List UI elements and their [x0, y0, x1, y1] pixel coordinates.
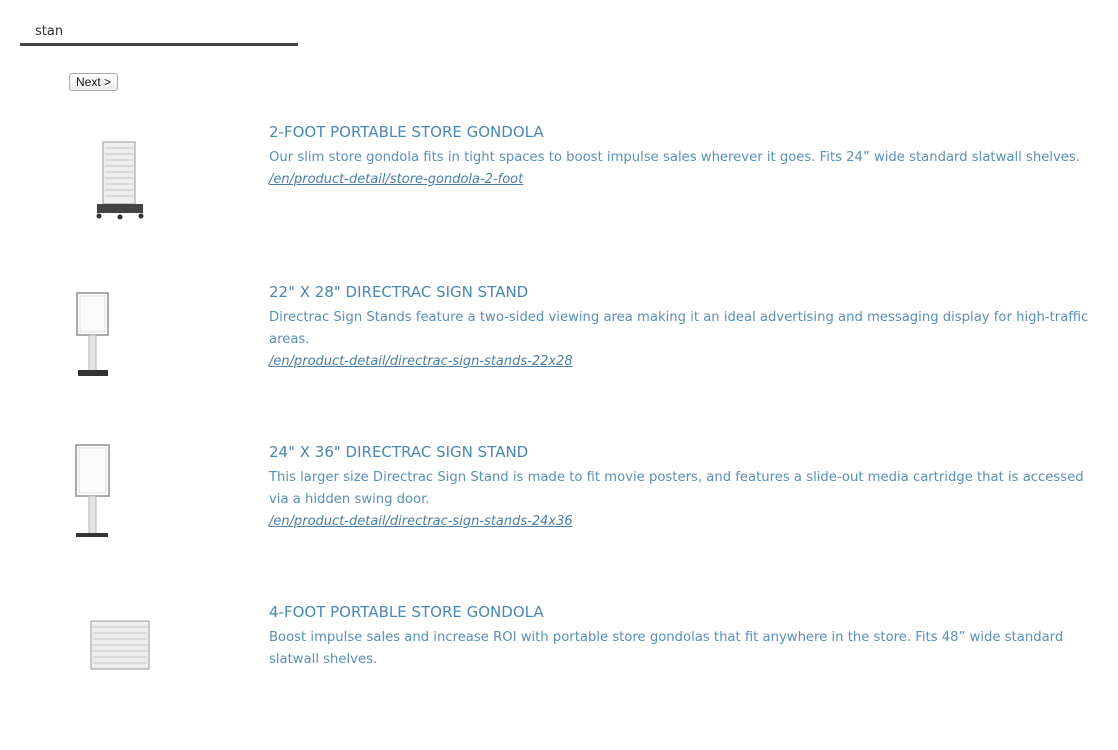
- search-result: 22" X 28" DIRECTRAC SIGN STAND Directrac…: [0, 280, 1118, 430]
- result-title-link[interactable]: 22" X 28" DIRECTRAC SIGN STAND: [269, 282, 1104, 302]
- sign-stand-icon: [75, 444, 110, 537]
- search-result: 4-FOOT PORTABLE STORE GONDOLA Boost impu…: [0, 600, 1118, 750]
- search-result: 2-FOOT PORTABLE STORE GONDOLA Our slim s…: [0, 120, 1118, 270]
- result-description: Directrac Sign Stands feature a two-side…: [269, 310, 1089, 347]
- result-url-link[interactable]: /en/product-detail/store-gondola-2-foot: [269, 170, 1104, 190]
- result-body: 2-FOOT PORTABLE STORE GONDOLA Our slim s…: [269, 122, 1104, 190]
- result-title-link[interactable]: 2-FOOT PORTABLE STORE GONDOLA: [269, 122, 1104, 142]
- sign-stand-icon: [76, 292, 109, 376]
- product-thumbnail[interactable]: [70, 620, 180, 730]
- search-input[interactable]: [20, 20, 298, 46]
- next-page-button[interactable]: Next >: [69, 73, 119, 91]
- result-url-link[interactable]: /en/product-detail/directrac-sign-stands…: [269, 352, 1104, 372]
- result-title-link[interactable]: 24" X 36" DIRECTRAC SIGN STAND: [269, 442, 1104, 462]
- product-thumbnail[interactable]: [70, 288, 180, 398]
- search-result: 24" X 36" DIRECTRAC SIGN STAND This larg…: [0, 440, 1118, 590]
- result-title-link[interactable]: 4-FOOT PORTABLE STORE GONDOLA: [269, 602, 1104, 622]
- result-body: 24" X 36" DIRECTRAC SIGN STAND This larg…: [269, 442, 1104, 532]
- result-url-link[interactable]: /en/product-detail/directrac-sign-stands…: [269, 512, 1104, 532]
- gondola-icon: [96, 141, 144, 220]
- result-description: This larger size Directrac Sign Stand is…: [269, 470, 1084, 507]
- result-description: Boost impulse sales and increase ROI wit…: [269, 630, 1064, 667]
- product-thumbnail[interactable]: [70, 442, 180, 552]
- search-bar: [20, 20, 298, 50]
- result-description: Our slim store gondola fits in tight spa…: [269, 150, 1080, 165]
- result-body: 22" X 28" DIRECTRAC SIGN STAND Directrac…: [269, 282, 1104, 372]
- product-thumbnail[interactable]: [70, 132, 180, 242]
- gondola-icon: [90, 620, 150, 670]
